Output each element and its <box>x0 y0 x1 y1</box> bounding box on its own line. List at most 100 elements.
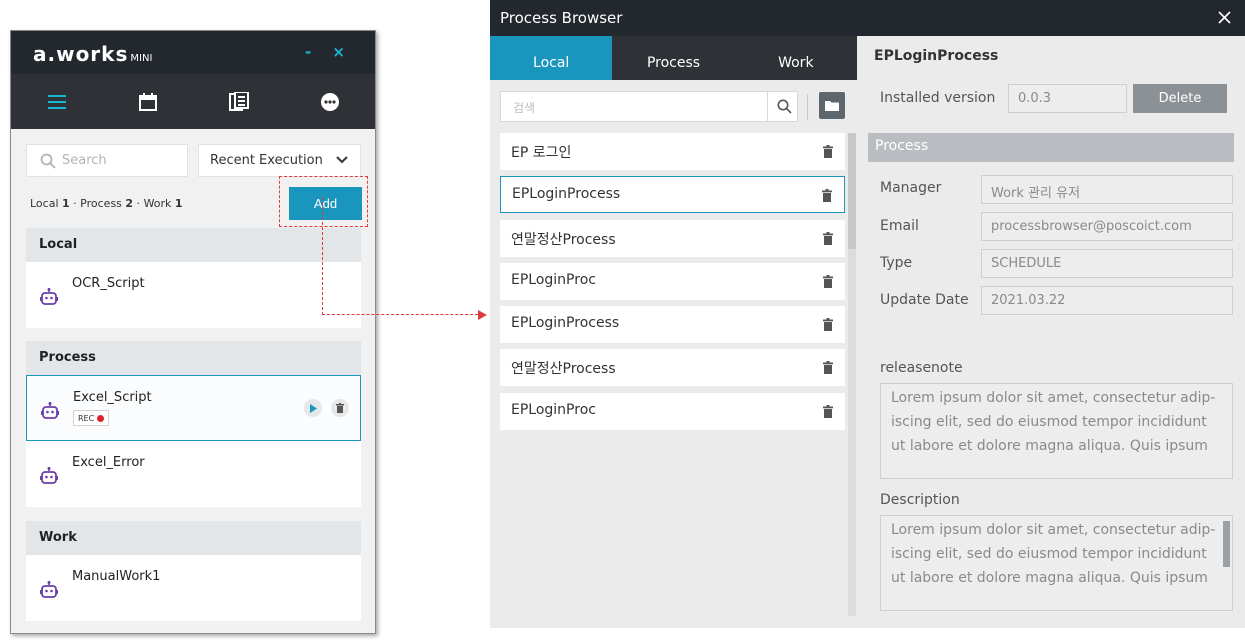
releasenote-field: Lorem ipsum dolor sit amet, consectetur … <box>880 383 1233 479</box>
scrollbar-thumb[interactable] <box>1223 521 1230 567</box>
more-icon <box>320 92 339 111</box>
pb-detail-panel: EPLoginProcess Installed version 0.0.3 D… <box>857 36 1245 628</box>
list-item[interactable]: OCR_Script <box>26 262 361 328</box>
add-button[interactable]: Add <box>289 187 362 220</box>
divider <box>767 92 768 121</box>
update-date-label: Update Date <box>880 292 969 308</box>
robot-icon <box>40 288 58 305</box>
sort-select[interactable]: Recent Execution <box>198 144 361 177</box>
robot-icon <box>40 581 58 598</box>
trash-icon[interactable] <box>823 405 833 418</box>
window-title: Process Browser <box>500 9 623 27</box>
search-icon <box>40 153 56 169</box>
item-name: OCR_Script <box>72 276 145 291</box>
process-list-item[interactable]: EP 로그인 <box>500 133 845 170</box>
calendar-icon <box>138 92 157 111</box>
trash-icon[interactable] <box>822 189 832 202</box>
count-local-label: Local <box>30 197 59 210</box>
type-field: SCHEDULE <box>981 249 1233 278</box>
nav-menu[interactable] <box>11 74 102 129</box>
item-name: EPLoginProcess <box>511 315 620 331</box>
detail-title: EPLoginProcess <box>874 48 999 64</box>
window-controls[interactable]: - × <box>305 43 353 61</box>
manager-label: Manager <box>880 180 942 196</box>
trash-icon[interactable] <box>823 361 833 374</box>
text-line: iscing elit, sed do eiusmod tempor incid… <box>891 414 1207 430</box>
search-placeholder: 검색 <box>513 101 536 115</box>
update-date-field: 2021.03.22 <box>981 286 1233 315</box>
item-name: EPLoginProcess <box>512 186 621 202</box>
delete-button[interactable] <box>331 399 349 417</box>
count-local: 1 <box>62 197 70 210</box>
process-list-item[interactable]: EPLoginProcess <box>500 306 845 343</box>
robot-icon <box>40 467 58 484</box>
scrollbar-thumb[interactable] <box>848 133 856 249</box>
process-list-item[interactable]: 연말정산Process <box>500 349 845 386</box>
mini-titlebar: a.works MINI - × <box>11 31 375 74</box>
search-icon[interactable] <box>777 99 792 114</box>
delete-button[interactable]: Delete <box>1133 84 1227 113</box>
run-button[interactable] <box>304 399 322 417</box>
releasenote-label: releasenote <box>880 360 963 376</box>
type-label: Type <box>880 255 913 271</box>
section-local: Local <box>26 228 361 262</box>
text-line: Lorem ipsum dolor sit amet, consectetur … <box>891 390 1216 406</box>
item-counts: Local 1 · Process 2 · Work 1 <box>30 197 183 210</box>
tab-work[interactable]: Work <box>735 36 857 80</box>
nav-calendar[interactable] <box>102 74 193 129</box>
pb-tabs: Local Process Work <box>490 36 857 80</box>
process-list-item[interactable]: EPLoginProc <box>500 263 845 300</box>
connector-line <box>322 314 478 315</box>
section-work: Work <box>26 521 361 555</box>
rec-dot-icon <box>97 414 105 422</box>
tab-local[interactable]: Local <box>490 36 613 80</box>
list-item-selected[interactable]: Excel_Script REC <box>26 375 361 441</box>
installed-version-label: Installed version <box>880 90 996 106</box>
search-placeholder: Search <box>62 153 107 168</box>
nav-scripts[interactable] <box>193 74 284 129</box>
text-line: ut labore et dolore magna aliqua. Quis i… <box>891 570 1208 586</box>
trash-icon[interactable] <box>823 318 833 331</box>
sort-label: Recent Execution <box>210 153 323 168</box>
section-process: Process <box>26 341 361 375</box>
tab-process[interactable]: Process <box>612 36 734 80</box>
pb-search-input[interactable]: 검색 <box>500 91 798 122</box>
item-name: EPLoginProc <box>511 272 596 288</box>
item-name: Excel_Script <box>73 390 152 405</box>
search-input[interactable]: Search <box>26 144 188 177</box>
pb-list-panel: Local Process Work 검색 EP 로그인 EPLoginProc… <box>490 36 857 628</box>
process-list-item[interactable]: EPLoginProc <box>500 393 845 430</box>
folder-icon <box>825 101 839 111</box>
item-name: 연말정산Process <box>511 232 616 248</box>
description-label: Description <box>880 492 960 508</box>
open-folder-button[interactable] <box>819 92 845 119</box>
item-name: EP 로그인 <box>511 145 572 161</box>
item-name: Excel_Error <box>72 455 145 470</box>
connector-line <box>322 197 323 315</box>
trash-icon[interactable] <box>823 232 833 245</box>
nav-more[interactable] <box>284 74 375 129</box>
list-item[interactable]: ManualWork1 <box>26 555 361 621</box>
process-list-item[interactable]: 연말정산Process <box>500 220 845 257</box>
manager-field: Work 관리 유저 <box>981 175 1233 204</box>
aworks-mini-window: a.works MINI - × Search Recent Execution … <box>10 30 376 634</box>
menu-icon <box>47 94 66 109</box>
mini-filters: Search Recent Execution <box>26 144 361 177</box>
count-work: 1 <box>174 197 183 210</box>
trash-icon[interactable] <box>823 275 833 288</box>
divider <box>807 94 808 120</box>
process-list-item-selected[interactable]: EPLoginProcess <box>500 176 845 213</box>
count-process-label: Process <box>80 197 122 210</box>
close-icon[interactable] <box>1218 11 1231 24</box>
list-item[interactable]: Excel_Error <box>26 441 361 507</box>
item-name: ManualWork1 <box>72 569 161 584</box>
text-line: ut labore et dolore magna aliqua. Quis i… <box>891 438 1208 454</box>
script-list-icon <box>228 91 249 111</box>
trash-icon[interactable] <box>823 145 833 158</box>
email-field: processbrowser@poscoict.com <box>981 212 1233 241</box>
installed-version-field: 0.0.3 <box>1008 84 1127 113</box>
process-section-header: Process <box>868 133 1234 162</box>
mini-nav <box>11 74 375 129</box>
app-logo: a.works MINI <box>33 42 153 66</box>
email-label: Email <box>880 218 919 234</box>
